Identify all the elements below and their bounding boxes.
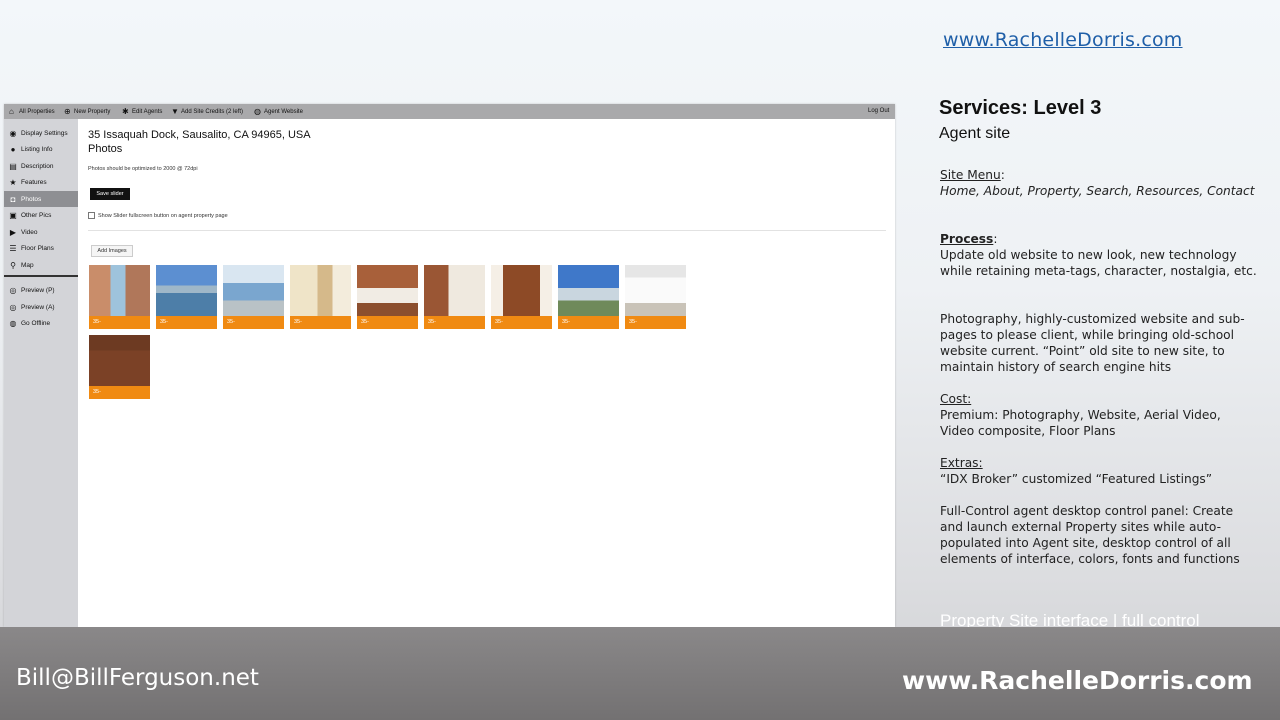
photo-image	[491, 265, 552, 316]
photo-image	[625, 265, 686, 316]
photo-thumbnail[interactable]: 35-	[625, 265, 686, 329]
show-slider-checkbox[interactable]	[88, 212, 95, 219]
menu-new-property[interactable]: ⊕ New Property	[64, 107, 110, 116]
photo-thumbnail[interactable]: 35-	[424, 265, 485, 329]
show-slider-label: Show Slider fullscreen button on agent p…	[98, 212, 228, 219]
photo-image	[89, 265, 150, 316]
gear-icon: ✱	[122, 107, 129, 116]
menu-add-site-credits[interactable]: ▼ Add Site Credits (2 left)	[171, 107, 243, 116]
save-slider-button[interactable]: Save slider	[90, 188, 130, 200]
site-menu-label: Site Menu	[940, 168, 1001, 182]
sidebar-item-features[interactable]: ★ Features	[4, 174, 78, 190]
process-text-1: Update old website to new look, new tech…	[940, 248, 1257, 278]
site-menu-section: Site Menu: Home, About, Property, Search…	[940, 168, 1255, 198]
sidebar-item-video[interactable]: ▶ Video	[4, 224, 78, 240]
menu-log-out[interactable]: Log Out	[868, 108, 889, 114]
sidebar-item-floor-plans[interactable]: ☰ Floor Plans	[4, 240, 78, 256]
services-subtitle: Agent site	[939, 125, 1011, 142]
eye-icon: ◎	[9, 285, 17, 295]
property-admin-screenshot: ⌂ All Properties ⊕ New Property ✱ Edit Agen…	[4, 104, 895, 627]
sidebar-item-preview-a[interactable]: ◎ Preview (A)	[4, 299, 78, 315]
sidebar-item-other-pics[interactable]: ▣ Other Pics	[4, 207, 78, 223]
palette-icon: ◉	[9, 128, 17, 138]
website-link-top[interactable]: www.RachelleDorris.com	[943, 29, 1183, 51]
plus-circle-icon: ⊕	[64, 107, 71, 116]
photo-image	[558, 265, 619, 316]
contact-email[interactable]: Bill@BillFerguson.net	[16, 665, 259, 691]
cart-icon: ▼	[171, 107, 179, 116]
add-images-button[interactable]: Add Images	[91, 245, 133, 257]
property-address: 35 Issaquah Dock, Sausalito, CA 94965, U…	[88, 129, 311, 141]
photo-image	[424, 265, 485, 316]
services-title: Services: Level 3	[939, 97, 1102, 119]
cost-section: Cost: Premium: Photography, Website, Aer…	[940, 391, 1258, 439]
image-icon: ▣	[9, 210, 17, 220]
eye-icon: ◎	[9, 302, 17, 312]
sidebar-divider	[4, 275, 78, 277]
photo-thumbnail[interactable]: 35-	[89, 335, 150, 399]
sidebar-item-photos[interactable]: ◘ Photos	[4, 191, 78, 207]
photo-thumbnail[interactable]: 35-	[89, 265, 150, 329]
website-link-bottom[interactable]: www.RachelleDorris.com	[902, 666, 1253, 695]
full-control-text: Full-Control agent desktop control panel…	[940, 504, 1240, 566]
globe-icon: ◍	[254, 107, 261, 116]
menu-edit-agents[interactable]: ✱ Edit Agents	[122, 107, 162, 116]
photo-thumbnail[interactable]: 35-	[156, 265, 217, 329]
cost-text: Premium: Photography, Website, Aerial Vi…	[940, 408, 1221, 438]
photo-thumbnail[interactable]: 35-	[290, 265, 351, 329]
admin-top-menu: ⌂ All Properties ⊕ New Property ✱ Edit Agen…	[4, 104, 895, 119]
menu-all-properties[interactable]: ⌂ All Properties	[9, 107, 55, 116]
site-menu-items: Home, About, Property, Search, Resources…	[940, 184, 1255, 198]
sidebar-item-go-offline[interactable]: ◍ Go Offline	[4, 315, 78, 331]
page-title: Photos	[88, 143, 123, 155]
process-label: Process	[940, 232, 994, 246]
process-text-2: Photography, highly-customized website a…	[940, 312, 1245, 374]
camera-icon: ◘	[10, 194, 16, 204]
photo-image	[223, 265, 284, 316]
admin-sidebar: ◉ Display Settings ● Listing Info ▤ Descrip…	[4, 119, 78, 627]
document-icon: ▤	[9, 161, 17, 171]
info-icon: ●	[10, 144, 16, 154]
sidebar-item-description[interactable]: ▤ Description	[4, 158, 78, 174]
photo-image	[89, 335, 150, 386]
process-section: Process: Update old website to new look,…	[940, 232, 1257, 278]
menu-agent-website[interactable]: ◍ Agent Website	[254, 107, 303, 116]
show-slider-option: Show Slider fullscreen button on agent p…	[88, 212, 228, 219]
sidebar-item-display-settings[interactable]: ◉ Display Settings	[4, 125, 78, 141]
photo-thumbnail[interactable]: 35-	[491, 265, 552, 329]
extras-section: Extras: “IDX Broker” customized “Feature…	[940, 455, 1258, 487]
extras-text: “IDX Broker” customized “Featured Listin…	[940, 472, 1213, 486]
star-icon: ★	[9, 177, 17, 187]
sidebar-item-preview-p[interactable]: ◎ Preview (P)	[4, 282, 78, 298]
globe-off-icon: ◍	[9, 318, 17, 328]
content-divider	[88, 230, 886, 231]
photo-image	[357, 265, 418, 316]
home-icon: ⌂	[9, 107, 14, 116]
floor-plan-icon: ☰	[9, 243, 17, 253]
photo-thumbnail[interactable]: 35-	[558, 265, 619, 329]
photo-thumbnail[interactable]: 35-	[223, 265, 284, 329]
extras-label: Extras:	[940, 456, 983, 470]
photo-optimization-note: Photos should be optimized to 2000 @ 72d…	[88, 166, 198, 172]
cost-label: Cost:	[940, 392, 972, 406]
photo-image	[156, 265, 217, 316]
photo-image	[290, 265, 351, 316]
photo-thumbnail[interactable]: 35-	[357, 265, 418, 329]
video-icon: ▶	[9, 227, 17, 237]
sidebar-item-listing-info[interactable]: ● Listing Info	[4, 141, 78, 157]
admin-main-content: 35 Issaquah Dock, Sausalito, CA 94965, U…	[78, 119, 895, 627]
sidebar-item-map[interactable]: ⚲ Map	[4, 257, 78, 273]
map-pin-icon: ⚲	[10, 260, 16, 270]
